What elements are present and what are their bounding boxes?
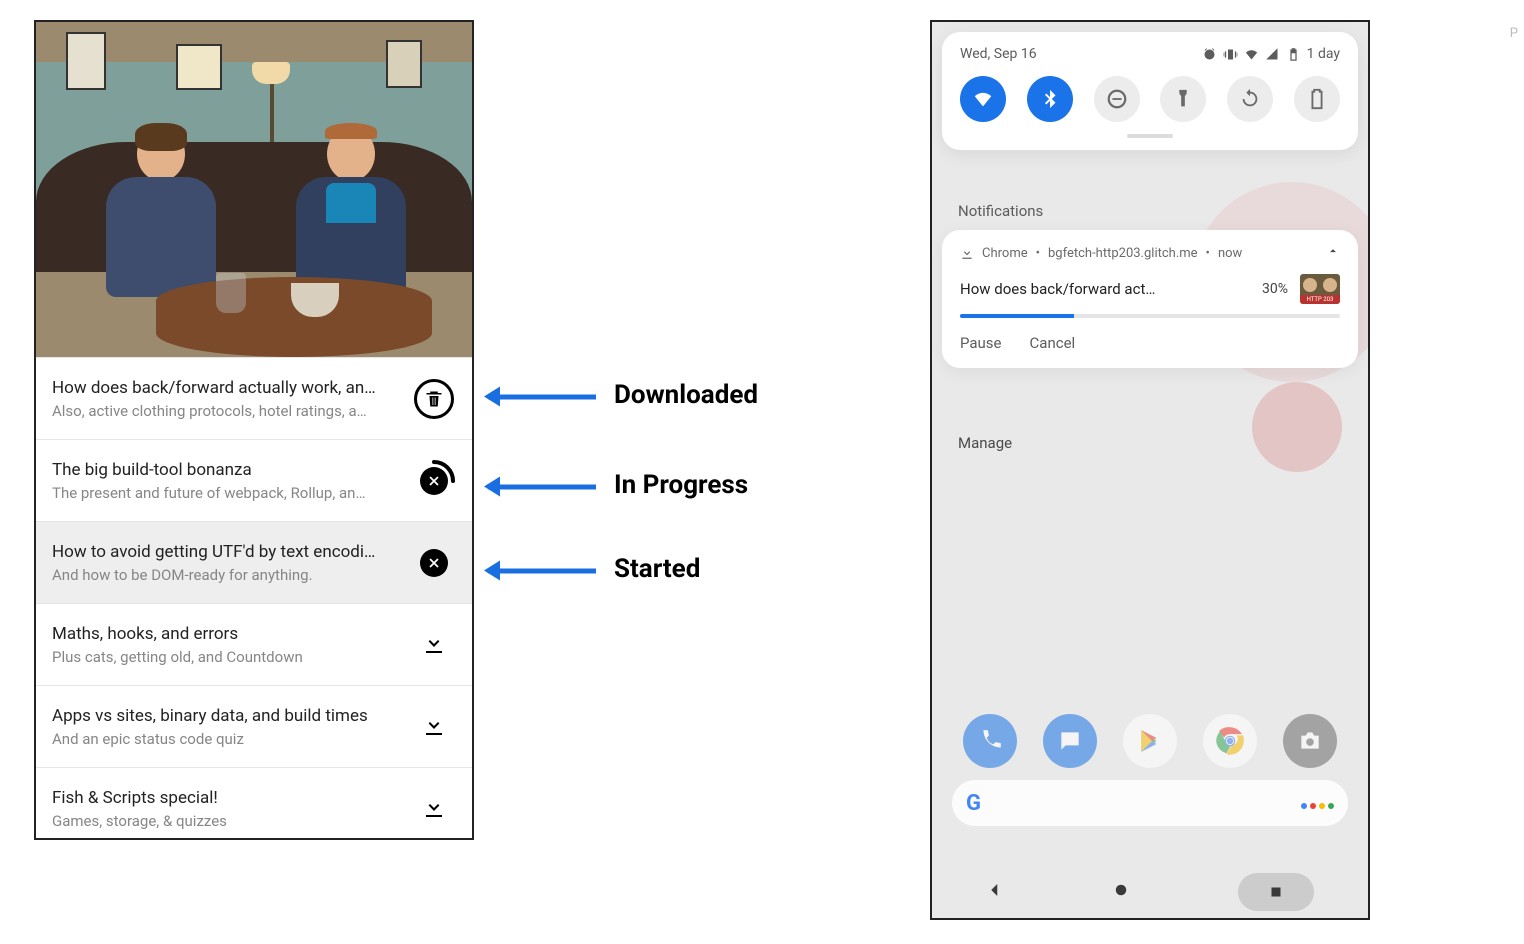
annotation-label: Started	[614, 554, 700, 584]
annotation-in-progress: In Progress	[488, 472, 828, 502]
trash-icon	[414, 379, 454, 419]
nav-back-button[interactable]	[986, 881, 1004, 903]
google-search-bar[interactable]: G	[952, 780, 1348, 826]
manage-notifications-button[interactable]: Manage	[958, 434, 1012, 452]
download-progress-bar	[960, 314, 1340, 318]
episode-title: How to avoid getting UTF'd by text encod…	[52, 542, 400, 562]
arrow-icon	[488, 395, 596, 400]
arrow-icon	[488, 485, 596, 490]
shade-handle[interactable]	[1127, 134, 1173, 138]
battery-text: 1 day	[1307, 46, 1340, 62]
episode-title: Fish & Scripts special!	[52, 788, 400, 808]
dot-separator: •	[1036, 246, 1040, 261]
list-item[interactable]: Apps vs sites, binary data, and build ti…	[36, 685, 472, 767]
nav-home-button[interactable]	[1112, 881, 1130, 903]
annotation-started: Started	[488, 556, 828, 586]
play-store-app-icon[interactable]	[1123, 714, 1177, 768]
home-dock	[932, 714, 1368, 768]
assistant-icon	[1298, 794, 1334, 813]
signal-icon	[1265, 47, 1280, 62]
quick-settings-panel: Wed, Sep 16 1 day	[942, 32, 1358, 150]
cancel-download-button[interactable]	[412, 459, 456, 503]
episode-subtitle: Plus cats, getting old, and Countdown	[52, 648, 400, 666]
chrome-app-icon[interactable]	[1203, 714, 1257, 768]
notification-title: How does back/forward act…	[960, 280, 1250, 298]
download-icon	[422, 713, 446, 741]
notifications-header: Notifications	[958, 202, 1043, 220]
list-item[interactable]: The big build-tool bonanza The present a…	[36, 439, 472, 521]
episode-subtitle: And an epic status code quiz	[52, 730, 400, 748]
progress-arc-icon	[412, 459, 456, 503]
download-progress-fill	[960, 314, 1074, 318]
qs-rotate-toggle[interactable]	[1227, 76, 1273, 122]
download-button[interactable]	[412, 623, 456, 667]
notification-cancel-button[interactable]: Cancel	[1030, 334, 1076, 352]
episode-title: How does back/forward actually work, an…	[52, 378, 400, 398]
nav-recents-button[interactable]	[1238, 873, 1314, 911]
podcast-app-device: How does back/forward actually work, an……	[34, 20, 474, 840]
vibrate-icon	[1223, 47, 1238, 62]
system-nav-bar	[932, 866, 1368, 918]
annotation-label: In Progress	[614, 470, 748, 500]
android-device: G Wed, Sep 16 1 day	[930, 20, 1370, 920]
notification-time: now	[1218, 246, 1242, 261]
qs-dnd-toggle[interactable]	[1094, 76, 1140, 122]
qs-wifi-toggle[interactable]	[960, 76, 1006, 122]
annotation-downloaded: Downloaded	[488, 382, 828, 412]
annotation-label: Downloaded	[614, 380, 758, 410]
episode-subtitle: Games, storage, & quizzes	[52, 812, 400, 830]
dot-separator: •	[1206, 246, 1210, 261]
list-item[interactable]: How does back/forward actually work, an……	[36, 357, 472, 439]
list-item[interactable]: Fish & Scripts special! Games, storage, …	[36, 767, 472, 840]
page-marker: P	[1510, 26, 1518, 41]
phone-app-icon[interactable]	[963, 714, 1017, 768]
status-date: Wed, Sep 16	[960, 46, 1037, 62]
collapse-button[interactable]	[1326, 244, 1340, 262]
episode-hero-image	[36, 22, 472, 357]
episode-subtitle: And how to be DOM-ready for anything.	[52, 566, 400, 584]
episode-list: How does back/forward actually work, an……	[36, 357, 472, 840]
qs-bluetooth-toggle[interactable]	[1027, 76, 1073, 122]
download-button[interactable]	[412, 705, 456, 749]
notification-percent: 30%	[1262, 281, 1288, 297]
notification-thumbnail: HTTP 203	[1300, 274, 1340, 304]
status-icons: 1 day	[1202, 46, 1340, 62]
wallpaper-shape	[1252, 382, 1342, 472]
qs-flashlight-toggle[interactable]	[1160, 76, 1206, 122]
download-button[interactable]	[412, 787, 456, 831]
messages-app-icon[interactable]	[1043, 714, 1097, 768]
battery-icon	[1286, 47, 1301, 62]
wifi-icon	[1244, 47, 1259, 62]
download-icon	[960, 246, 974, 260]
episode-subtitle: Also, active clothing protocols, hotel r…	[52, 402, 400, 420]
episode-title: Maths, hooks, and errors	[52, 624, 400, 644]
camera-app-icon[interactable]	[1283, 714, 1337, 768]
arrow-icon	[488, 569, 596, 574]
google-logo-icon: G	[966, 791, 981, 816]
episode-subtitle: The present and future of webpack, Rollu…	[52, 484, 400, 502]
episode-title: Apps vs sites, binary data, and build ti…	[52, 706, 400, 726]
episode-title: The big build-tool bonanza	[52, 460, 400, 480]
qs-battery-saver-toggle[interactable]	[1294, 76, 1340, 122]
notification-app-name: Chrome	[982, 246, 1028, 261]
list-item[interactable]: How to avoid getting UTF'd by text encod…	[36, 521, 472, 603]
alarm-icon	[1202, 47, 1217, 62]
delete-download-button[interactable]	[412, 377, 456, 421]
notification-pause-button[interactable]: Pause	[960, 334, 1002, 352]
download-icon	[422, 631, 446, 659]
list-item[interactable]: Maths, hooks, and errors Plus cats, gett…	[36, 603, 472, 685]
cancel-download-button[interactable]	[412, 541, 456, 585]
cancel-icon	[420, 549, 448, 577]
download-icon	[422, 795, 446, 823]
notification-card[interactable]: Chrome • bgfetch-http203.glitch.me • now…	[942, 230, 1358, 368]
notification-source: bgfetch-http203.glitch.me	[1048, 246, 1198, 261]
